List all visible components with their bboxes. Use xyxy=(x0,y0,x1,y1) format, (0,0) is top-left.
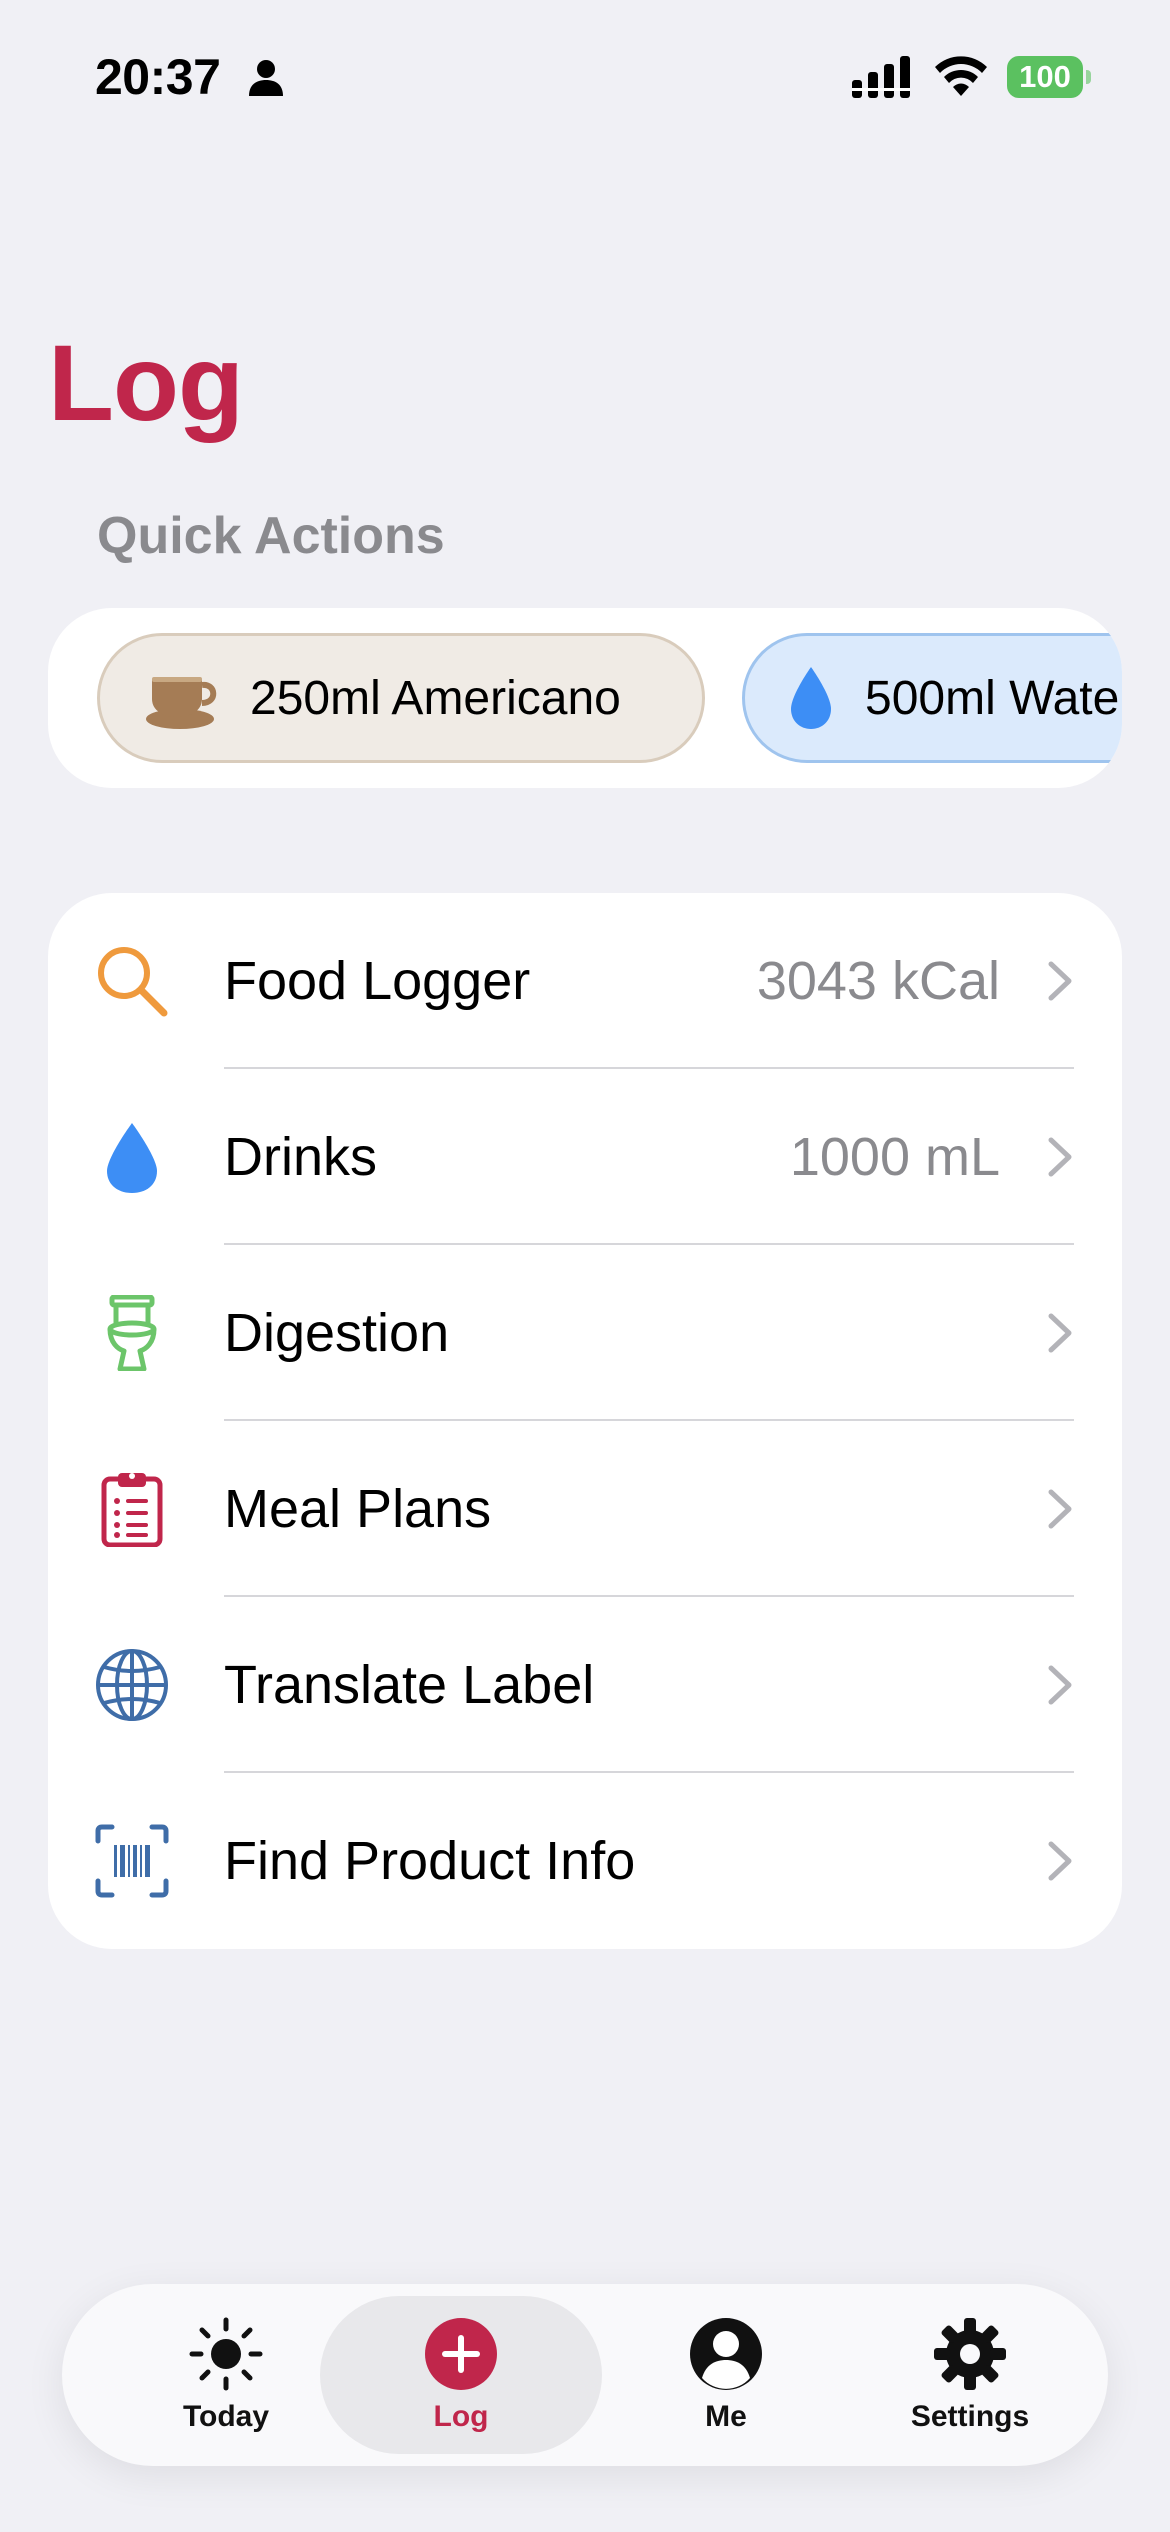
water-drop-icon xyxy=(107,1123,157,1193)
chevron-right-icon xyxy=(1048,1841,1072,1881)
tab-bar: Today Log Me Settings xyxy=(62,2284,1108,2466)
quick-action-label: 500ml Water xyxy=(865,671,1122,725)
quick-action-americano-button[interactable]: 250ml Americano xyxy=(97,633,705,763)
quick-actions-scroller[interactable]: 250ml Americano 500ml Water xyxy=(48,608,1122,788)
magnifier-icon xyxy=(98,947,168,1017)
sun-icon xyxy=(189,2317,263,2391)
clipboard-list-icon xyxy=(101,1473,163,1547)
status-bar: 20:37 100 xyxy=(0,0,1170,150)
log-options-list: Food Logger 3043 kCal Drinks 1000 mL Dig… xyxy=(48,893,1122,1949)
list-item-find-product-info[interactable]: Find Product Info xyxy=(48,1773,1122,1949)
row-label: Find Product Info xyxy=(224,1831,636,1891)
tab-label: Today xyxy=(182,2400,270,2433)
chevron-right-icon xyxy=(1048,1137,1072,1177)
person-icon xyxy=(249,60,283,96)
quick-action-label: 250ml Americano xyxy=(250,671,621,725)
row-label: Digestion xyxy=(224,1303,450,1363)
status-time: 20:37 xyxy=(95,49,221,105)
chevron-right-icon xyxy=(1048,1313,1072,1353)
plus-circle-icon xyxy=(425,2318,497,2390)
log-screen: 20:37 100 Log Quick Actions 250ml Americ… xyxy=(0,0,1170,2532)
quick-actions-header: Quick Actions xyxy=(97,507,445,565)
chevron-right-icon xyxy=(1048,1489,1072,1529)
tab-label: Log xyxy=(433,2400,489,2433)
row-label: Food Logger xyxy=(224,951,531,1011)
chevron-right-icon xyxy=(1048,1665,1072,1705)
chevron-right-icon xyxy=(1048,961,1072,1001)
quick-action-water-button[interactable]: 500ml Water xyxy=(742,633,1122,763)
tab-me[interactable]: Me xyxy=(618,2284,834,2466)
list-item-translate-label[interactable]: Translate Label xyxy=(48,1597,1122,1773)
wifi-icon xyxy=(935,56,987,96)
toilet-icon xyxy=(107,1295,157,1371)
tab-settings[interactable]: Settings xyxy=(862,2284,1078,2466)
page-title: Log xyxy=(48,322,244,443)
gear-icon xyxy=(934,2318,1006,2390)
list-item-meal-plans[interactable]: Meal Plans xyxy=(48,1421,1122,1597)
row-label: Meal Plans xyxy=(224,1479,492,1539)
row-value: 3043 kCal xyxy=(756,951,1000,1011)
tab-label: Me xyxy=(705,2400,747,2433)
person-circle-icon xyxy=(690,2318,762,2390)
water-drop-icon xyxy=(791,667,831,729)
battery-level: 100 xyxy=(1007,56,1083,98)
cellular-signal-icon xyxy=(852,56,910,98)
tab-today[interactable]: Today xyxy=(118,2284,334,2466)
barcode-scan-icon xyxy=(95,1824,169,1898)
battery-icon: 100 xyxy=(1007,56,1091,98)
row-label: Translate Label xyxy=(224,1655,595,1715)
coffee-cup-icon xyxy=(146,677,217,729)
list-item-digestion[interactable]: Digestion xyxy=(48,1245,1122,1421)
row-value: 1000 mL xyxy=(789,1127,1000,1187)
tab-label: Settings xyxy=(910,2400,1030,2433)
row-label: Drinks xyxy=(224,1127,378,1187)
list-item-drinks[interactable]: Drinks 1000 mL xyxy=(48,1069,1122,1245)
globe-icon xyxy=(96,1649,168,1721)
tab-log[interactable]: Log xyxy=(320,2284,602,2466)
list-item-food-logger[interactable]: Food Logger 3043 kCal xyxy=(48,893,1122,1069)
